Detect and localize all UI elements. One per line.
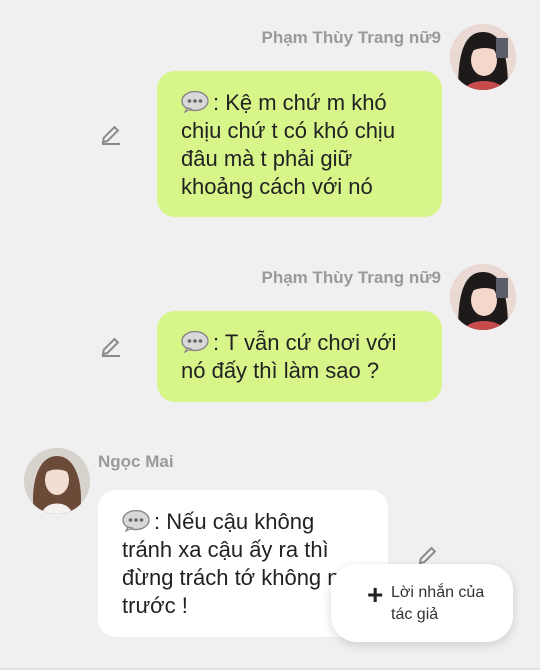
author-note-label: Lời nhắn của tác giả [391,584,485,623]
sender-name: Phạm Thùy Trang nữ9 [261,268,441,287]
message-bubble: : T vẫn cứ chơi với nó đấy thì làm sao ? [157,311,442,402]
avatar[interactable] [450,24,516,90]
message-text: : T vẫn cứ chơi với nó đấy thì làm sao ? [181,330,397,383]
chat-bubble-icon [181,91,209,113]
message-text: : Kệ m chứ m khó chịu chứ t có khó chịu … [181,90,396,199]
chat-bubble-icon [181,331,209,353]
pencil-icon[interactable] [99,334,123,358]
avatar[interactable] [450,264,516,330]
author-note-button[interactable]: + Lời nhắn của tác giả [331,564,513,642]
plus-icon: + [367,579,384,610]
pencil-icon[interactable] [99,122,123,146]
avatar[interactable] [24,448,90,514]
sender-name: Phạm Thùy Trang nữ9 [261,28,441,47]
message-bubble: : Kệ m chứ m khó chịu chứ t có khó chịu … [157,71,442,217]
message-text: : Nếu cậu không tránh xa cậu ấy ra thì đ… [122,509,357,618]
chat-bubble-icon [122,510,150,532]
sender-name: Ngọc Mai [98,452,174,471]
